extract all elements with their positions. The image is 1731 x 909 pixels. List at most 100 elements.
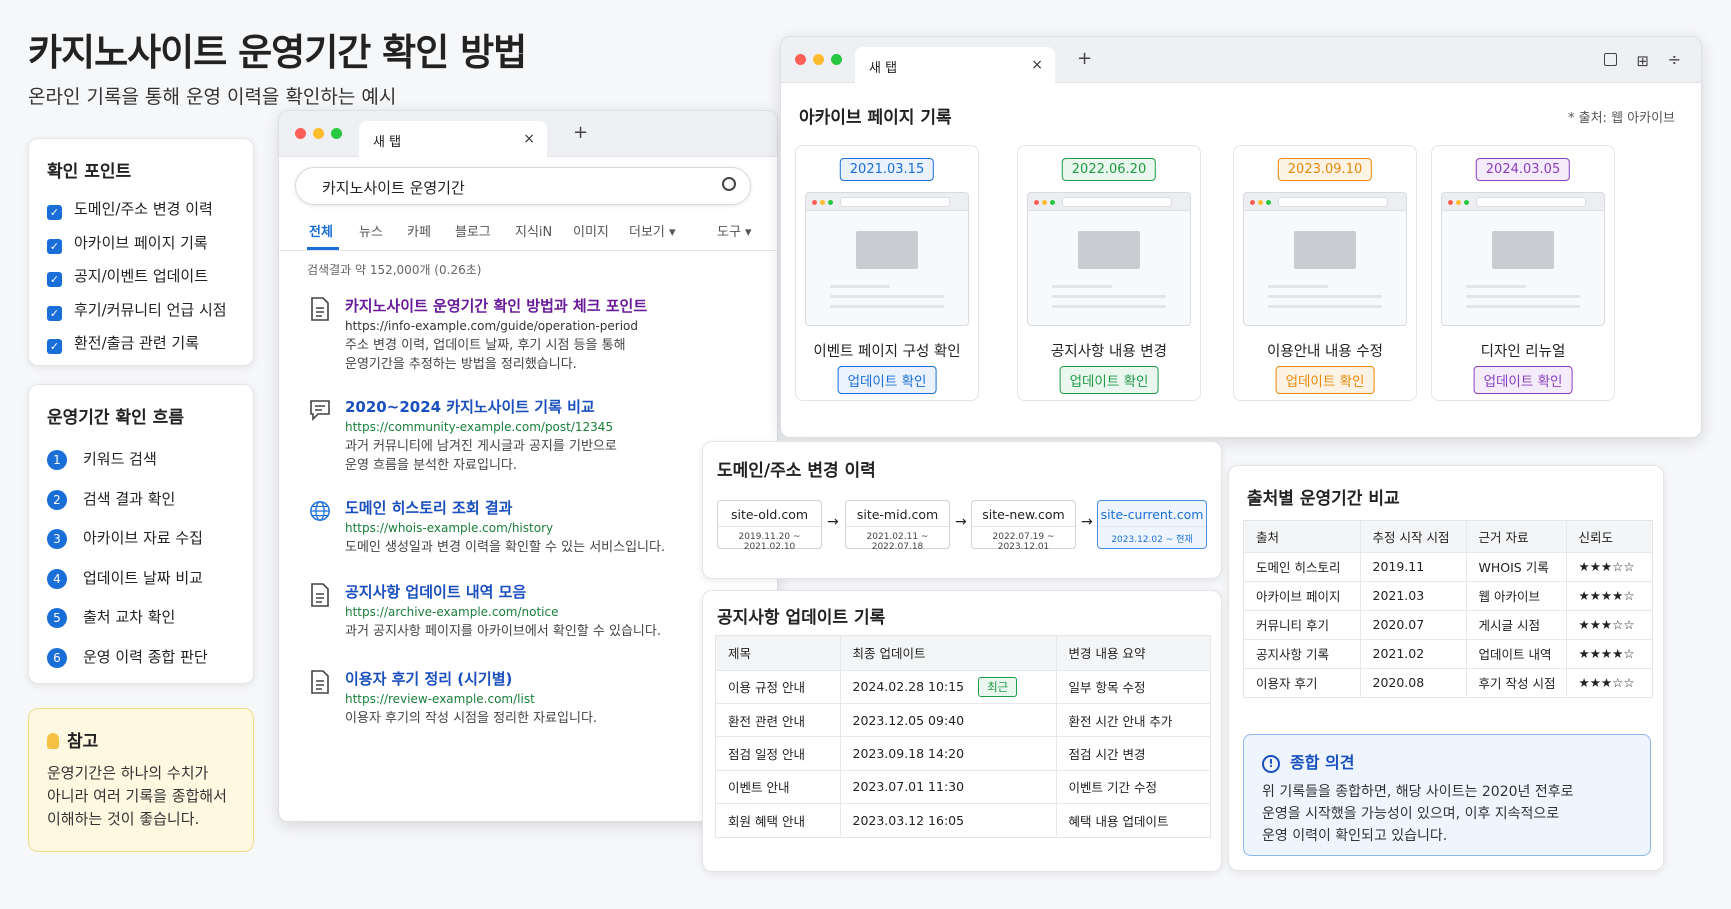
image-placeholder-icon [1078,231,1140,269]
table-row[interactable]: 이용자 후기 2020.08 후기 작성 시점 ★★★☆☆ [1244,667,1652,697]
table-row[interactable]: 회원 혜택 안내 2023.03.12 16:05 혜택 내용 업데이트 [716,803,1210,837]
browser-titlebar: 새 탭 × + [279,111,777,157]
result-url[interactable]: https://review-example.com/list [345,692,725,706]
result-title-link[interactable]: 이용자 후기 정리 (시기별) [345,668,725,689]
result-url[interactable]: https://community-example.com/post/12345 [345,420,725,434]
table-row[interactable]: 환전 관련 안내 2023.12.05 09:40 환전 시간 안내 추가 [716,702,1210,737]
search-result[interactable]: 이용자 후기 정리 (시기별) https://review-example.c… [311,668,725,728]
maximize-window-button[interactable] [331,128,342,139]
update-check-button[interactable]: 업데이트 확인 [1275,366,1375,394]
result-title-link[interactable]: 도메인 히스토리 조회 결과 [345,497,725,518]
tab-more[interactable]: 더보기 ▾ [629,221,676,240]
search-input[interactable]: 카지노사이트 운영기간 [295,167,751,205]
tab-tools[interactable]: 도구 ▾ [717,221,752,240]
snapshot-date: 2024.03.05 [1475,158,1571,181]
arrow-right-icon: → [827,514,839,530]
checkbox-checked-icon[interactable]: ✓ [47,205,62,220]
tab-kin[interactable]: 지식iN [515,221,552,240]
checkbox-checked-icon[interactable]: ✓ [47,238,62,254]
rating-stars: ★★★☆☆ [1565,667,1652,697]
table-row[interactable]: 점검 일정 안내 2023.09.18 14:20 점검 시간 변경 [716,736,1210,771]
grid-icon[interactable]: ⊞ [1636,52,1649,70]
table-row[interactable]: 커뮤니티 후기 2020.07 게시글 시점 ★★★☆☆ [1244,609,1652,639]
archive-snapshot-card[interactable]: 2021.03.15 이벤트 페이지 구성 확인 업데이트 확인 [795,145,979,401]
archive-snapshot-card[interactable]: 2022.06.20 공지사항 내용 변경 업데이트 확인 [1017,145,1201,401]
result-url[interactable]: https://archive-example.com/notice [345,605,725,619]
archive-snapshot-card[interactable]: 2023.09.10 이용안내 내용 수정 업데이트 확인 [1233,145,1417,401]
search-result[interactable]: 2020~2024 카지노사이트 기록 비교 https://community… [310,396,725,475]
minimize-window-button[interactable] [813,54,824,65]
arrow-right-icon: → [955,514,967,530]
new-tab-button[interactable]: + [1077,48,1092,69]
search-icon[interactable] [722,177,736,191]
table-row[interactable]: 이벤트 안내 2023.07.01 11:30 이벤트 기간 수정 [716,769,1210,804]
table-row[interactable]: 도메인 히스토리 2019.11 WHOIS 기록 ★★★☆☆ [1244,551,1652,581]
result-title-link[interactable]: 카지노사이트 운영기간 확인 방법과 체크 포인트 [345,295,725,316]
table-row[interactable]: 공지사항 기록 2021.02 업데이트 내역 ★★★★☆ [1244,638,1652,668]
source-compare-table: 출처 추정 시작 시점 근거 자료 신뢰도 도메인 히스토리 2019.11 WHOIS … [1243,520,1653,698]
image-placeholder-icon [1294,231,1356,269]
checkbox-checked-icon[interactable]: ✓ [47,339,62,354]
tab-news[interactable]: 뉴스 [359,221,383,240]
search-result[interactable]: 카지노사이트 운영기간 확인 방법과 체크 포인트 https://info-e… [311,295,725,374]
browser-tab[interactable]: 새 탭 × [359,121,547,157]
search-result[interactable]: 공지사항 업데이트 내역 모음 https://archive-example.… [311,581,725,641]
tab-cafe[interactable]: 카페 [407,221,431,240]
close-tab-icon[interactable]: × [1031,57,1043,73]
domain-node[interactable]: site-old.com 2019.11.20 ~ 2021.02.10 [717,500,822,552]
snapshot-thumbnail [805,192,969,326]
domain-node[interactable]: site-new.com 2022.07.19 ~ 2023.12.01 [971,500,1076,552]
checkpoint-item[interactable]: ✓ 아카이브 페이지 기록 [47,232,253,266]
note-card: 참고 운영기간은 하나의 수치가 아니라 여러 기록을 종합해서 이해하는 것이 좋… [28,708,254,852]
result-title-link[interactable]: 2020~2024 카지노사이트 기록 비교 [345,396,725,417]
update-check-button[interactable]: 업데이트 확인 [1473,366,1573,394]
table-row[interactable]: 이용 규정 안내 2024.02.28 10:15 최근 일부 항목 수정 [716,669,1210,704]
flow-step: 1 키워드 검색 [47,448,253,488]
snapshot-caption: 공지사항 내용 변경 [1051,344,1167,360]
source-compare-title: 출처별 운영기간 비교 [1247,489,1400,509]
active-tab-indicator [307,247,339,250]
tab-blog[interactable]: 블로그 [455,221,491,240]
archive-snapshot-card[interactable]: 2024.03.05 디자인 리뉴얼 업데이트 확인 [1431,145,1615,401]
flow-list: 1 키워드 검색 2 검색 결과 확인 3 아카이브 자료 수집 4 업데이트 날짜 비… [47,448,253,685]
snapshot-thumbnail [1243,192,1407,326]
search-result[interactable]: 도메인 히스토리 조회 결과 https://whois-example.com… [310,497,725,557]
checkbox-checked-icon[interactable]: ✓ [47,272,62,287]
update-check-button[interactable]: 업데이트 확인 [1059,366,1159,394]
result-title-link[interactable]: 공지사항 업데이트 내역 모음 [345,581,725,602]
domain-node[interactable]: site-mid.com 2021.02.11 ~ 2022.07.18 [845,500,950,552]
result-desc: 이용자 후기의 작성 시점을 정리한 자료입니다. [345,711,598,726]
checkpoint-item[interactable]: ✓ 후기/커뮤니티 언급 시점 [47,299,253,333]
globe-icon [310,501,330,521]
opinion-body: 위 기록들을 종합하면, 해당 사이트는 2020년 전후로 운영을 시작했을 가… [1262,784,1574,844]
notice-table: 제목 최종 업데이트 변경 내용 요약 이용 규정 안내 2024.02.28 10:… [715,635,1211,838]
result-url[interactable]: https://whois-example.com/history [345,521,725,535]
document-icon [311,583,329,607]
notice-updates-title: 공지사항 업데이트 기록 [717,608,886,628]
maximize-window-button[interactable] [831,54,842,65]
close-window-button[interactable] [795,54,806,65]
table-row[interactable]: 아카이브 페이지 2021.03 웹 아카이브 ★★★★☆ [1244,580,1652,610]
split-icon[interactable]: ÷ [1668,50,1681,69]
domain-node[interactable]: site-current.com 2023.12.02 ~ 현재 [1097,500,1207,549]
new-tab-button[interactable]: + [573,122,588,143]
minimize-window-button[interactable] [313,128,324,139]
update-check-button[interactable]: 업데이트 확인 [837,366,937,394]
image-placeholder-icon [1492,231,1554,269]
screenshot-icon[interactable] [1604,53,1617,66]
close-window-button[interactable] [295,128,306,139]
close-tab-icon[interactable]: × [523,131,535,147]
browser-tab[interactable]: 새 탭 × [855,47,1055,83]
tab-all[interactable]: 전체 [309,221,333,240]
domain-name: site-mid.com [846,501,949,527]
domain-range: 2023.12.02 ~ 현재 [1111,535,1193,545]
note-body: 운영기간은 하나의 수치가 아니라 여러 기록을 종합해서 이해하는 것이 좋습니다… [47,764,227,828]
flow-step: 4 업데이트 날짜 비교 [47,567,253,607]
result-url[interactable]: https://info-example.com/guide/operation… [345,319,725,333]
checkbox-checked-icon[interactable]: ✓ [47,305,62,321]
checkpoint-item[interactable]: ✓ 환전/출금 관련 기록 [47,332,253,366]
checkpoint-item[interactable]: ✓ 공지/이벤트 업데이트 [47,265,253,299]
search-tabs: 전체 뉴스 카페 블로그 지식iN 이미지 더보기 ▾ 도구 ▾ [279,221,777,251]
checkpoint-item[interactable]: ✓ 도메인/주소 변경 이력 [47,198,253,232]
tab-images[interactable]: 이미지 [573,221,609,240]
